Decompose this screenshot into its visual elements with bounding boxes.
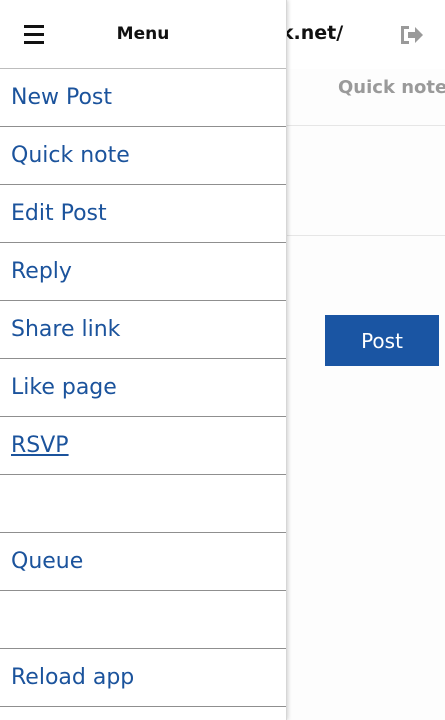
menu-item-label: New Post <box>11 85 113 110</box>
menu-item-rsvp[interactable]: RSVP <box>0 417 286 475</box>
menu-item-label: Queue <box>11 549 84 574</box>
menu-item-share-link[interactable]: Share link <box>0 301 286 359</box>
menu-item-label: Reply <box>11 259 72 284</box>
sign-out-icon[interactable] <box>398 22 424 48</box>
menu-item-label: RSVP <box>11 433 69 458</box>
menu-item-label: Edit Post <box>11 201 107 226</box>
menu-item-edit-post[interactable]: Edit Post <box>0 185 286 243</box>
divider <box>287 235 445 236</box>
app-screen: ek.net/ Quick note Post Menu New Post Qu… <box>0 0 445 720</box>
menu-item-blank <box>0 475 286 533</box>
menu-item-label: Quick note <box>11 143 130 168</box>
drawer-header: Menu <box>0 0 286 69</box>
menu-item-label: Like page <box>11 375 117 400</box>
menu-item-like-page[interactable]: Like page <box>0 359 286 417</box>
menu-item-label: Share link <box>11 317 121 342</box>
divider <box>287 125 445 126</box>
menu-item-reply[interactable]: Reply <box>0 243 286 301</box>
menu-item-queue[interactable]: Queue <box>0 533 286 591</box>
side-drawer: Menu New Post Quick note Edit Post Reply… <box>0 0 287 720</box>
post-button[interactable]: Post <box>325 315 439 366</box>
menu-item-blank <box>0 591 286 649</box>
menu-item-label: Reload app <box>11 665 135 690</box>
menu-item-reload-app[interactable]: Reload app <box>0 649 286 707</box>
menu-list: New Post Quick note Edit Post Reply Shar… <box>0 69 286 707</box>
drawer-title: Menu <box>116 24 170 44</box>
menu-item-new-post[interactable]: New Post <box>0 69 286 127</box>
menu-item-quick-note[interactable]: Quick note <box>0 127 286 185</box>
tab-quick-note[interactable]: Quick note <box>338 77 445 98</box>
